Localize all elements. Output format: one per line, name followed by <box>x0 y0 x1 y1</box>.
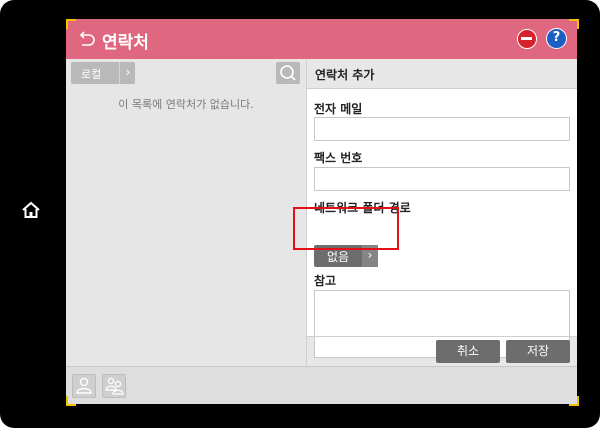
screen-corner-marker <box>569 396 579 406</box>
add-group-icon <box>105 377 124 395</box>
help-icon[interactable]: ? <box>546 28 567 49</box>
chevron-right-icon: › <box>119 62 136 84</box>
email-field[interactable] <box>314 117 570 141</box>
stop-icon[interactable] <box>517 29 537 49</box>
save-button[interactable]: 저장 <box>506 340 570 363</box>
search-button[interactable] <box>276 62 300 84</box>
empty-list-message: 이 목록에 연락처가 없습니다. <box>118 98 254 111</box>
page-title: 연락처 <box>102 33 149 53</box>
divider <box>307 336 577 337</box>
email-label: 전자 메일 <box>314 102 363 116</box>
cancel-button[interactable]: 취소 <box>436 340 500 363</box>
local-source-label: 로컬 <box>81 68 102 81</box>
add-contact-icon <box>76 377 92 394</box>
title-bar: 연락처 ? <box>66 19 577 59</box>
contact-list-panel: 로컬 › 이 목록에 연락처가 없습니다. <box>66 59 307 366</box>
local-source-button[interactable]: 로컬 › <box>71 62 135 84</box>
add-group-button[interactable] <box>102 374 126 398</box>
fax-label: 팩스 번호 <box>314 151 363 165</box>
bottom-toolbar <box>66 366 577 404</box>
screen-corner-marker <box>569 19 579 29</box>
notes-label: 참고 <box>314 274 337 288</box>
add-contact-button[interactable] <box>72 374 96 398</box>
highlight-box <box>293 207 399 250</box>
add-contact-heading: 연락처 추가 <box>315 68 375 82</box>
screen-corner-marker <box>66 19 76 29</box>
home-icon[interactable] <box>21 200 41 220</box>
screen-corner-marker <box>66 396 76 406</box>
search-icon <box>280 65 296 81</box>
back-icon[interactable] <box>76 29 96 49</box>
fax-field[interactable] <box>314 167 570 191</box>
network-folder-value: 없음 <box>327 250 350 264</box>
